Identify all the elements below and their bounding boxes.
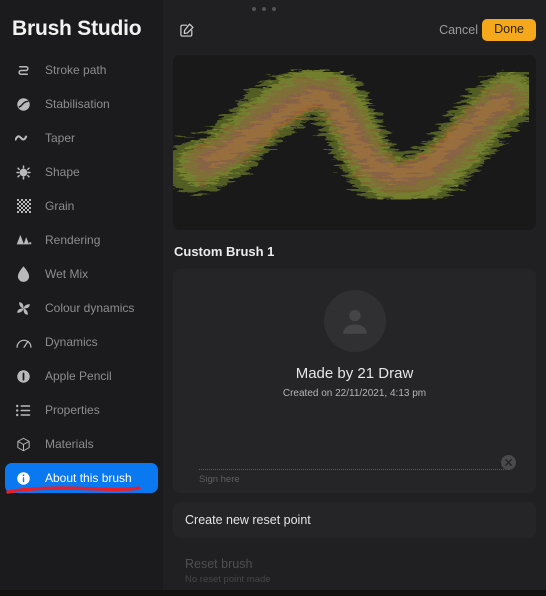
brush-studio-window: Brush Studio Stroke path Stabilisation T… xyxy=(0,0,546,590)
made-by-label: Made by 21 Draw xyxy=(295,365,414,382)
maker-card: Made by 21 Draw Created on 22/11/2021, 4… xyxy=(173,269,536,493)
taper-icon xyxy=(15,130,32,147)
sidebar-item-wet-mix[interactable]: Wet Mix xyxy=(5,259,158,289)
sidebar-item-shape[interactable]: Shape xyxy=(5,157,158,187)
cancel-button[interactable]: Cancel xyxy=(439,23,478,37)
sidebar-item-label: Colour dynamics xyxy=(45,301,135,315)
sidebar-item-rendering[interactable]: Rendering xyxy=(5,225,158,255)
sidebar-item-label: Wet Mix xyxy=(45,267,89,281)
stroke-path-icon xyxy=(15,62,32,79)
sidebar-item-properties[interactable]: Properties xyxy=(5,395,158,425)
shape-icon xyxy=(15,164,32,181)
sidebar-item-materials[interactable]: Materials xyxy=(5,429,158,459)
person-avatar-icon xyxy=(323,290,386,352)
sidebar-nav: Stroke path Stabilisation Taper Shape Gr… xyxy=(0,55,163,497)
brush-name: Custom Brush 1 xyxy=(174,244,275,259)
sidebar-item-stroke-path[interactable]: Stroke path xyxy=(5,55,158,85)
sidebar-item-label: Stroke path xyxy=(45,63,107,77)
sidebar-item-label: Materials xyxy=(45,437,94,451)
sidebar-item-about-this-brush[interactable]: About this brush xyxy=(5,463,158,493)
sidebar-item-grain[interactable]: Grain xyxy=(5,191,158,221)
toolbar: Cancel Done xyxy=(163,0,546,55)
grain-icon xyxy=(15,198,32,215)
sidebar-item-label: About this brush xyxy=(45,471,132,485)
sidebar: Brush Studio Stroke path Stabilisation T… xyxy=(0,0,163,590)
created-on-label: Created on 22/11/2021, 4:13 pm xyxy=(282,388,427,399)
main-panel: Cancel Done Custom Brush 1 Made by 21 Dr… xyxy=(163,0,546,590)
signature-placeholder: Sign here xyxy=(199,474,240,485)
materials-icon xyxy=(15,436,32,453)
sidebar-item-apple-pencil[interactable]: Apple Pencil xyxy=(5,361,158,391)
info-icon xyxy=(15,470,32,487)
sidebar-item-label: Dynamics xyxy=(45,335,98,349)
row-subtitle: No reset point made xyxy=(185,574,271,585)
sidebar-item-label: Stabilisation xyxy=(45,97,110,111)
page-title: Brush Studio xyxy=(12,17,142,40)
sidebar-item-label: Properties xyxy=(45,403,100,417)
signature-line[interactable] xyxy=(199,469,510,470)
reset-brush-button[interactable]: Reset brush No reset point made xyxy=(173,547,536,596)
rendering-icon xyxy=(15,232,32,249)
row-title: Reset brush xyxy=(185,557,253,571)
properties-icon xyxy=(15,402,32,419)
drag-handle-dots-icon[interactable] xyxy=(252,5,276,13)
sidebar-item-label: Grain xyxy=(45,199,75,213)
stabilisation-icon xyxy=(15,96,32,113)
dynamics-icon xyxy=(15,334,32,351)
edit-square-pencil-icon[interactable] xyxy=(179,22,195,38)
sidebar-item-taper[interactable]: Taper xyxy=(5,123,158,153)
sidebar-item-label: Apple Pencil xyxy=(45,369,112,383)
brush-stroke-preview[interactable] xyxy=(173,55,536,230)
wet-mix-icon xyxy=(15,266,32,283)
create-reset-point-button[interactable]: Create new reset point xyxy=(173,502,536,538)
done-button[interactable]: Done xyxy=(482,19,536,41)
clear-signature-x-icon[interactable] xyxy=(501,455,516,470)
sidebar-item-label: Shape xyxy=(45,165,80,179)
apple-pencil-icon xyxy=(15,368,32,385)
sidebar-item-label: Rendering xyxy=(45,233,101,247)
sidebar-item-stabilisation[interactable]: Stabilisation xyxy=(5,89,158,119)
sidebar-item-dynamics[interactable]: Dynamics xyxy=(5,327,158,357)
row-title: Create new reset point xyxy=(185,513,311,527)
colour-dynamics-icon xyxy=(15,300,32,317)
sidebar-item-colour-dynamics[interactable]: Colour dynamics xyxy=(5,293,158,323)
sidebar-item-label: Taper xyxy=(45,131,76,145)
